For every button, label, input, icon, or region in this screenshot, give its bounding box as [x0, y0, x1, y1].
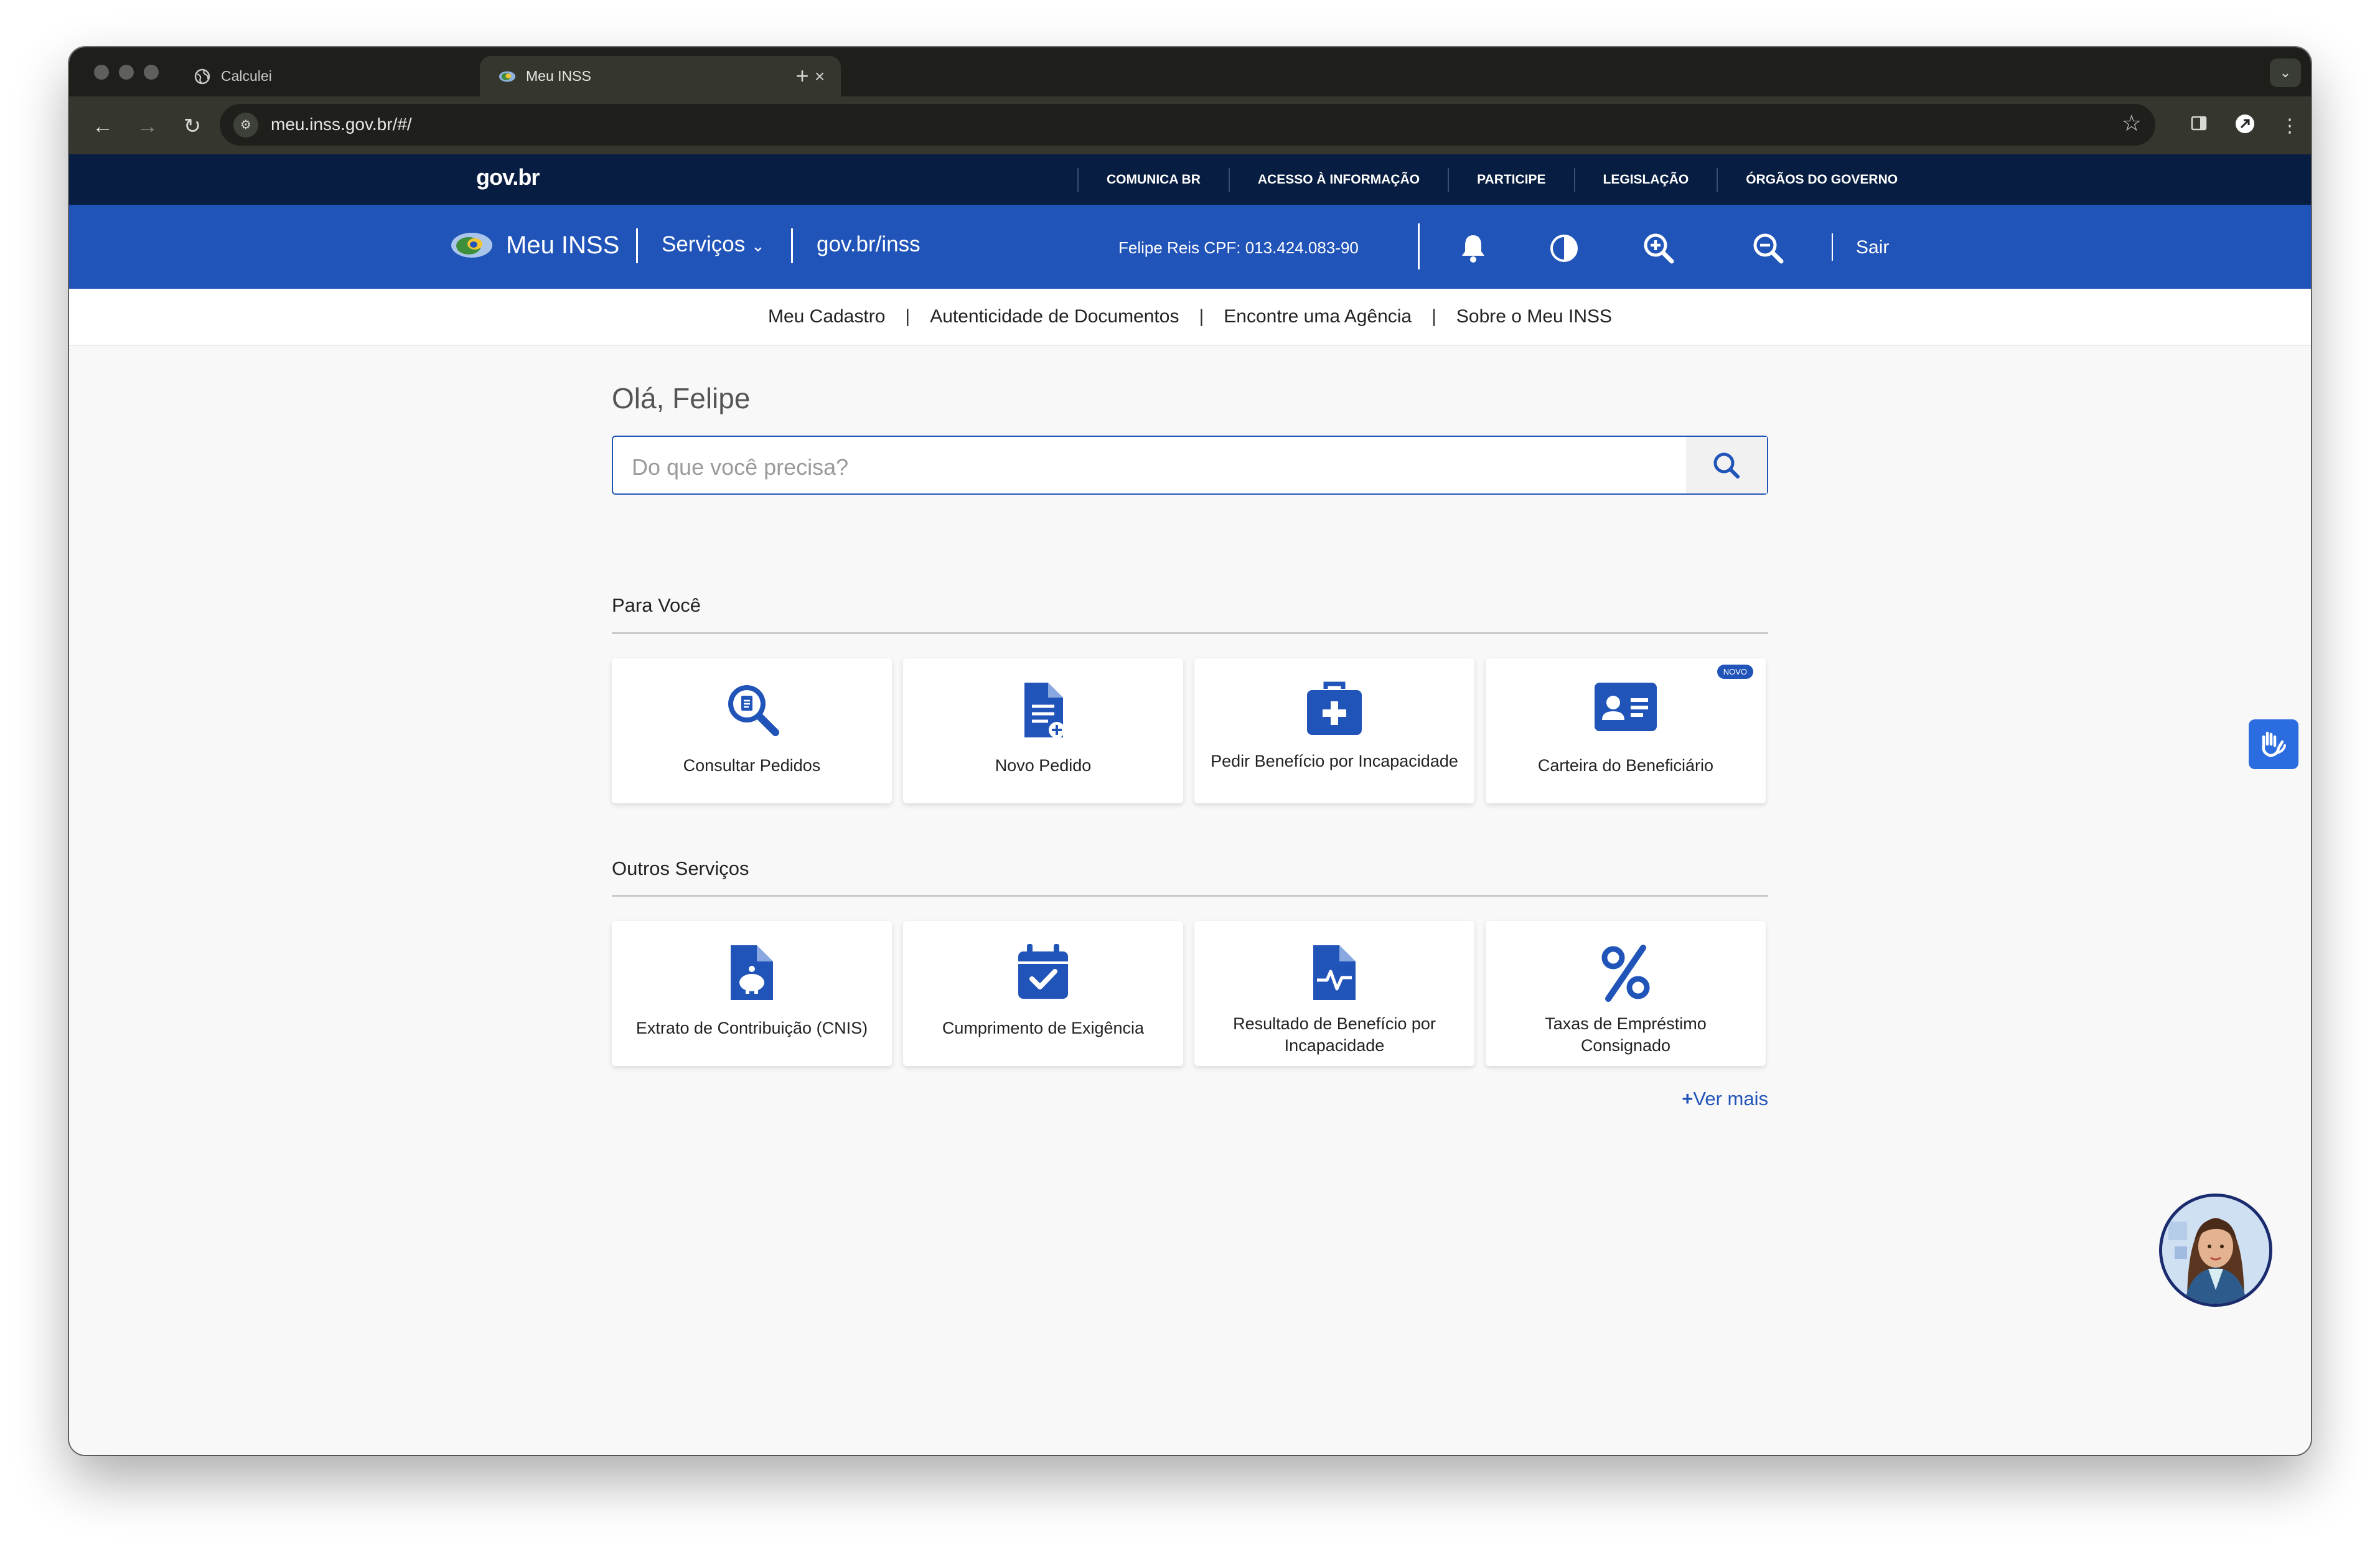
globe-icon: [194, 68, 211, 85]
govlink-participe[interactable]: PARTICIPE: [1448, 167, 1573, 192]
card-novo-pedido[interactable]: Novo Pedido: [903, 658, 1183, 803]
site-settings-icon[interactable]: ⚙: [233, 113, 258, 138]
zoom-in-icon[interactable]: [1640, 230, 1677, 267]
gov-bar: gov.br COMUNICA BR ACESSO À INFORMAÇÃO P…: [69, 154, 2311, 205]
profile-icon[interactable]: [2231, 113, 2259, 140]
browser-window: Calculei × Meu INSS × + ⌄ ← → ↻ ⚙ meu.in…: [69, 47, 2311, 1455]
piggy-bank-document-icon: [612, 943, 892, 1002]
nav-separator: |: [1431, 306, 1436, 327]
secondary-nav: Meu Cadastro | Autenticidade de Document…: [69, 289, 2311, 346]
govlink-comunica[interactable]: COMUNICA BR: [1077, 167, 1229, 192]
url-text[interactable]: meu.inss.gov.br/#/: [271, 115, 412, 134]
new-tab-button[interactable]: +: [784, 57, 821, 95]
inss-logo-icon: [451, 233, 492, 258]
vlibras-accessibility-button[interactable]: [2249, 719, 2298, 769]
nav-meu-cadastro[interactable]: Meu Cadastro: [768, 306, 885, 327]
contrast-icon[interactable]: [1545, 230, 1583, 267]
card-label: Resultado de Benefício por Incapacidade: [1233, 1014, 1436, 1055]
reload-icon[interactable]: ↻: [175, 109, 210, 144]
brand-name: Meu INSS: [506, 231, 620, 259]
tab-title: Calculei: [221, 68, 272, 84]
section-title-outros-servicos: Outros Serviços: [612, 858, 749, 879]
greeting: Olá, Felipe: [612, 382, 751, 414]
header-divider: [1418, 223, 1420, 269]
ver-mais-link[interactable]: +Ver mais: [1682, 1088, 1768, 1110]
plus-icon: +: [1682, 1088, 1694, 1110]
card-label: Carteira do Beneficiário: [1537, 756, 1714, 775]
search-box[interactable]: Do que você precisa?: [612, 436, 1768, 495]
govlink-acesso[interactable]: ACESSO À INFORMAÇÃO: [1228, 167, 1448, 192]
nav-separator: |: [905, 306, 911, 327]
minimize-window-button[interactable]: [119, 65, 134, 80]
forward-arrow-icon[interactable]: →: [130, 109, 165, 144]
tab-strip: Calculei × Meu INSS × + ⌄: [69, 47, 2311, 96]
card-consultar-pedidos[interactable]: Consultar Pedidos: [612, 658, 892, 803]
section-divider: [612, 632, 1768, 634]
card-label: Taxas de Empréstimo Consignado: [1545, 1014, 1707, 1055]
medical-kit-icon: [1194, 680, 1474, 739]
nav-autenticidade[interactable]: Autenticidade de Documentos: [930, 306, 1179, 327]
calendar-check-icon: [903, 943, 1183, 1002]
inss-logo-icon: [499, 68, 516, 85]
sair-link[interactable]: Sair: [1856, 237, 1889, 258]
close-window-button[interactable]: [94, 65, 109, 80]
heartbeat-document-icon: [1194, 943, 1474, 1002]
address-bar[interactable]: ⚙ meu.inss.gov.br/#/ ☆: [220, 104, 2155, 146]
govbr-logo[interactable]: gov.br: [476, 164, 540, 190]
servicos-menu[interactable]: Serviços ⌄: [662, 232, 765, 257]
govlink-legislacao[interactable]: LEGISLAÇÃO: [1573, 167, 1717, 192]
ver-mais-label: Ver mais: [1693, 1088, 1768, 1110]
search-icon: [1713, 452, 1740, 479]
section-title-para-voce: Para Você: [612, 594, 701, 616]
card-taxas-emprestimo[interactable]: Taxas de Empréstimo Consignado: [1486, 921, 1766, 1066]
user-info: Felipe Reis CPF: 013.424.083-90: [1118, 238, 1359, 257]
header-divider: [636, 228, 638, 263]
new-document-icon: [903, 680, 1183, 739]
search-input[interactable]: Do que você precisa?: [632, 454, 848, 480]
web-page: gov.br COMUNICA BR ACESSO À INFORMAÇÃO P…: [69, 154, 2311, 1455]
meu-inss-brand[interactable]: Meu INSS: [450, 231, 619, 259]
side-panel-icon[interactable]: [2185, 113, 2213, 140]
zoom-out-icon[interactable]: [1750, 230, 1787, 267]
tab-search-button[interactable]: ⌄: [2270, 58, 2301, 87]
card-label: Cumprimento de Exigência: [942, 1019, 1145, 1037]
nav-encontre-agencia[interactable]: Encontre uma Agência: [1224, 306, 1412, 327]
bookmark-star-icon[interactable]: ☆: [2122, 110, 2142, 136]
section-divider: [612, 895, 1768, 897]
maximize-window-button[interactable]: [144, 65, 159, 80]
more-menu-icon[interactable]: ⋮: [2276, 113, 2303, 140]
card-resultado-beneficio[interactable]: Resultado de Benefício por Incapacidade: [1194, 921, 1474, 1066]
browser-toolbar: ← → ↻ ⚙ meu.inss.gov.br/#/ ☆ ⋮: [69, 96, 2311, 154]
govlink-orgaos[interactable]: ÓRGÃOS DO GOVERNO: [1717, 167, 1926, 192]
magnifier-document-icon: [612, 680, 892, 739]
govbr-inss-link[interactable]: gov.br/inss: [817, 232, 921, 257]
card-label: Pedir Benefício por Incapacidade: [1211, 752, 1458, 770]
header-divider: [1832, 233, 1833, 261]
back-arrow-icon[interactable]: ←: [85, 109, 120, 144]
chevron-down-icon: ⌄: [751, 236, 765, 255]
card-label: Consultar Pedidos: [683, 756, 821, 775]
header-divider: [791, 228, 793, 263]
virtual-assistant-avatar[interactable]: [2159, 1194, 2272, 1307]
id-card-icon: [1486, 680, 1766, 739]
inss-header: Meu INSS Serviços ⌄ gov.br/inss Felipe R…: [69, 205, 2311, 289]
gov-links: COMUNICA BR ACESSO À INFORMAÇÃO PARTICIP…: [1077, 154, 1926, 205]
servicos-label: Serviços: [662, 232, 746, 256]
card-carteira-beneficiario[interactable]: NOVO Carteira do Beneficiário: [1486, 658, 1766, 803]
nav-separator: |: [1199, 306, 1204, 327]
card-extrato-cnis[interactable]: Extrato de Contribuição (CNIS): [612, 921, 892, 1066]
tab-title: Meu INSS: [526, 68, 591, 84]
new-badge: NOVO: [1717, 665, 1753, 679]
search-button[interactable]: [1686, 437, 1767, 493]
bell-icon[interactable]: [1455, 230, 1492, 267]
nav-sobre[interactable]: Sobre o Meu INSS: [1456, 306, 1612, 327]
sign-language-hands-icon: [2262, 731, 2286, 757]
card-label: Extrato de Contribuição (CNIS): [635, 1019, 868, 1037]
card-pedir-beneficio[interactable]: Pedir Benefício por Incapacidade: [1194, 658, 1474, 803]
percent-icon: [1486, 943, 1766, 1002]
card-label: Novo Pedido: [995, 756, 1092, 775]
card-cumprimento-exigencia[interactable]: Cumprimento de Exigência: [903, 921, 1183, 1066]
